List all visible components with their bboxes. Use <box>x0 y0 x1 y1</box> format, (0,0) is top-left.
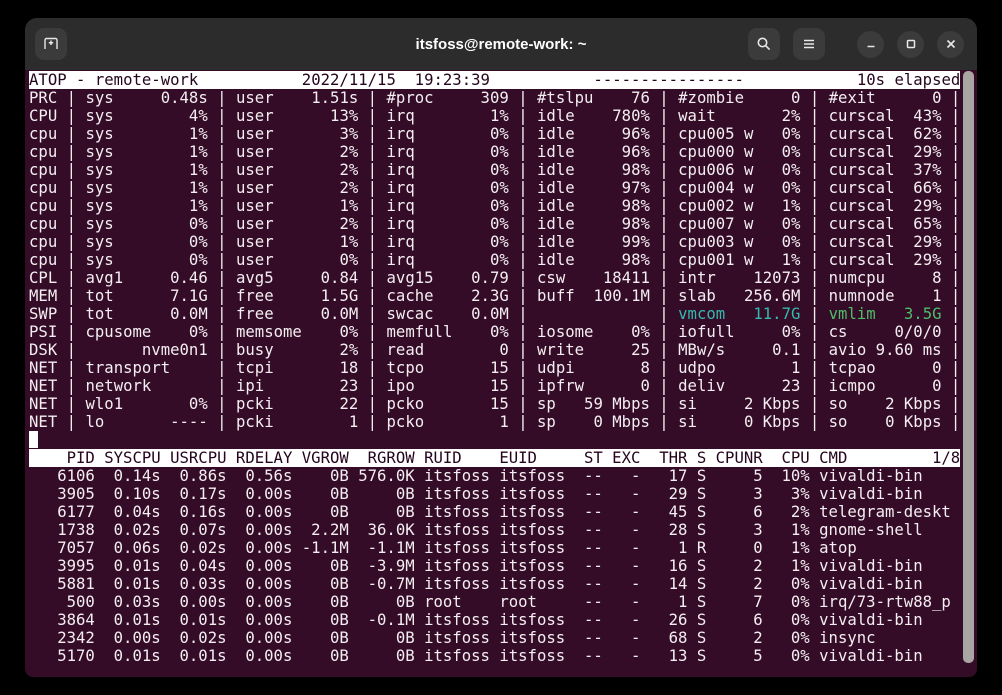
titlebar: itsfoss@remote-work: ~ <box>25 18 977 70</box>
atop-datetime: 2022/11/15 19:23:39 <box>302 71 490 89</box>
atop-panel-row: cpu | sys1% | user2% | irq0% | idle98% |… <box>29 161 977 179</box>
maximize-icon <box>905 38 917 50</box>
terminal-content[interactable]: ATOP - remote-work 2022/11/15 19:23:39 -… <box>25 70 977 677</box>
process-table-header: PIDSYSCPUUSRCPURDELAYVGROWRGROWRUIDEUIDS… <box>29 449 960 467</box>
terminal-window: itsfoss@remote-work: ~ <box>25 18 977 677</box>
close-icon <box>945 38 957 50</box>
atop-panel-row: PRC | sys0.48s | user1.51s | #proc309 | … <box>29 89 977 107</box>
atop-panel-row: NET | wlo10% | pcki22 | pcko15 | sp59 Mb… <box>29 395 977 413</box>
process-table: 61060.14s0.86s0.56s0B576.0Kitsfossitsfos… <box>29 467 977 665</box>
search-icon <box>756 36 772 52</box>
atop-panel-row: MEM | tot7.1G | free1.5G | cache2.3G | b… <box>29 287 977 305</box>
new-tab-button[interactable] <box>35 28 67 60</box>
atop-panel-row: PSI | cpusome0% | memsome0% | memfull0% … <box>29 323 977 341</box>
close-button[interactable] <box>937 31 964 58</box>
process-row: 70570.06s0.02s0.00s-1.1M-1.1Mitsfossitsf… <box>29 539 960 557</box>
scrollbar-thumb[interactable] <box>963 71 974 663</box>
atop-panel-row: DSK | nvme0n1 | busy2% | read0 | write25… <box>29 341 977 359</box>
process-row: 38640.01s0.01s0.00s0B-0.1Mitsfossitsfoss… <box>29 611 960 629</box>
minimize-icon <box>865 38 877 50</box>
terminal-cursor <box>29 431 38 448</box>
minimize-button[interactable] <box>857 31 884 58</box>
atop-panel-row: NET | lo---- | pcki1 | pcko1 | sp0 Mbps … <box>29 413 977 431</box>
atop-system-panel: PRC | sys0.48s | user1.51s | #proc309 | … <box>29 89 977 431</box>
scrollbar-track[interactable] <box>963 71 974 675</box>
process-row: 61060.14s0.86s0.56s0B576.0Kitsfossitsfos… <box>29 467 960 485</box>
maximize-button[interactable] <box>897 31 924 58</box>
atop-elapsed: 10s elapsed <box>857 71 960 89</box>
atop-panel-row: CPU | sys4% | user13% | irq1% | idle780%… <box>29 107 977 125</box>
process-row: 5000.03s0.00s0.00s0B0Brootroot---1S70%ir… <box>29 593 960 611</box>
process-row: 39050.10s0.17s0.00s0B0Bitsfossitsfoss---… <box>29 485 960 503</box>
desktop-background: { "window": { "title": "itsfoss@remote-w… <box>0 0 1002 695</box>
process-row: 39950.01s0.04s0.00s0B-3.9Mitsfossitsfoss… <box>29 557 960 575</box>
atop-panel-row: NET | network | ipi23 | ipo15 | ipfrw0 |… <box>29 377 977 395</box>
atop-header-dashes: ---------------- <box>593 71 744 89</box>
atop-panel-row: NET | transport | tcpi18 | tcpo15 | udpi… <box>29 359 977 377</box>
atop-panel-row: CPL | avg10.46 | avg50.84 | avg150.79 | … <box>29 269 977 287</box>
atop-panel-row: cpu | sys1% | user2% | irq0% | idle97% |… <box>29 179 977 197</box>
menu-button[interactable] <box>793 28 825 60</box>
atop-panel-row: cpu | sys1% | user2% | irq0% | idle96% |… <box>29 143 977 161</box>
process-row: 58810.01s0.03s0.00s0B-0.7Mitsfossitsfoss… <box>29 575 960 593</box>
cursor-line <box>29 431 977 449</box>
hamburger-menu-icon <box>801 36 817 52</box>
atop-panel-row: cpu | sys0% | user1% | irq0% | idle99% |… <box>29 233 977 251</box>
atop-hostname: ATOP - remote-work <box>29 71 302 89</box>
atop-header-line: ATOP - remote-work 2022/11/15 19:23:39 -… <box>29 71 960 89</box>
process-row: 23420.00s0.02s0.00s0B0Bitsfossitsfoss---… <box>29 629 960 647</box>
process-row: 51700.01s0.01s0.00s0B0Bitsfossitsfoss---… <box>29 647 960 665</box>
process-row: 61770.04s0.16s0.00s0B0Bitsfossitsfoss---… <box>29 503 960 521</box>
atop-panel-row: cpu | sys0% | user2% | irq0% | idle98% |… <box>29 215 977 233</box>
page-indicator: 1/8 <box>932 449 960 467</box>
atop-panel-row: SWP | tot0.0M | free0.0M | swcac0.0M | |… <box>29 305 977 323</box>
search-button[interactable] <box>748 28 780 60</box>
atop-panel-row: cpu | sys0% | user0% | irq0% | idle98% |… <box>29 251 977 269</box>
new-tab-icon <box>43 36 59 52</box>
atop-panel-row: cpu | sys1% | user3% | irq0% | idle96% |… <box>29 125 977 143</box>
process-row: 17380.02s0.07s0.00s2.2M36.0Kitsfossitsfo… <box>29 521 960 539</box>
atop-panel-row: cpu | sys1% | user1% | irq0% | idle98% |… <box>29 197 977 215</box>
